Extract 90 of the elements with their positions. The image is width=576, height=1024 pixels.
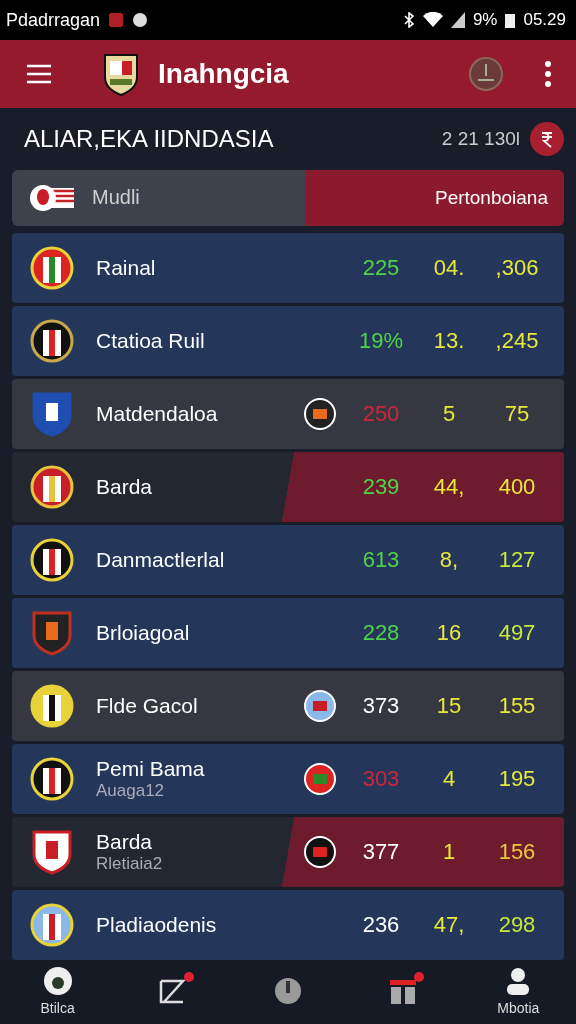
app-title: Inahngcia	[158, 58, 289, 91]
notification-dot	[183, 971, 194, 982]
team-name: Pemi Bama	[96, 756, 206, 781]
team-row[interactable]: Pladiaodenis 236 47, 298	[12, 889, 564, 960]
notification-icon	[132, 12, 149, 29]
stat-value: 373	[361, 692, 401, 719]
stat-value: 8,	[438, 546, 460, 573]
notification-dot	[414, 971, 425, 982]
team-row[interactable]: Ctatioa Ruil 19% 13. ,245	[12, 305, 564, 376]
stat-value: 19%	[357, 327, 404, 354]
carrier-name: Pdadrragan	[6, 9, 101, 31]
stat-value: 195	[497, 765, 537, 792]
signal-icon	[450, 12, 465, 29]
flag-icon	[30, 182, 76, 213]
stat-value: ,306	[494, 254, 540, 281]
stat-value: 228	[361, 619, 401, 646]
crest-icon	[30, 536, 74, 583]
crest-icon	[30, 828, 74, 875]
stat-value: 44,	[432, 473, 466, 500]
team-row[interactable]: Matdendaloa 250 5 75	[12, 378, 564, 449]
currency-icon[interactable]	[530, 122, 564, 156]
team-row[interactable]: Brloiagoal 228 16 497	[12, 597, 564, 668]
stat-value: 225	[361, 254, 401, 281]
crest-icon	[30, 755, 74, 802]
crest-icon	[30, 609, 74, 656]
stat-value: 1	[441, 838, 457, 865]
wifi-icon	[422, 12, 443, 29]
stat-value: 5	[441, 400, 457, 427]
column-header: Mudli	[92, 186, 140, 210]
stat-value: 239	[361, 473, 401, 500]
stat-value: 250	[361, 400, 401, 427]
notification-icon	[108, 12, 125, 29]
column-header: Pertonboiana	[434, 186, 548, 209]
team-name: Rainal	[96, 255, 157, 280]
stat-value: 236	[361, 911, 401, 938]
stat-value: 155	[497, 692, 537, 719]
team-row[interactable]: Flde Gacol 373 15 155	[12, 670, 564, 741]
team-name: Flde Gacol	[96, 693, 199, 718]
team-row[interactable]: Rainal 225 04. ,306	[12, 232, 564, 303]
battery-icon	[505, 12, 516, 29]
stat-value: ,245	[494, 327, 540, 354]
crest-icon	[30, 244, 74, 291]
team-row[interactable]: Barda Rletiaia2 377 1 156	[12, 816, 564, 887]
stat-value: 400	[497, 473, 537, 500]
team-row[interactable]: Pemi Bama Auaga12 303 4 195	[12, 743, 564, 814]
stat-value: 13.	[432, 327, 466, 354]
crest-icon	[30, 463, 74, 510]
stat-value: 04.	[432, 254, 466, 281]
stat-value: 47,	[432, 911, 466, 938]
stat-value: 15	[435, 692, 463, 719]
team-name: Ctatioa Ruil	[96, 328, 206, 353]
nav-tab[interactable]: Btilca	[17, 965, 98, 1016]
crest-icon	[30, 682, 74, 729]
stat-value: 4	[441, 765, 457, 792]
team-name: Barda	[96, 829, 154, 854]
team-name: Brloiagoal	[96, 620, 191, 645]
count-text: 2 21 130l	[441, 128, 520, 150]
team-name: Pladiaodenis	[96, 912, 218, 937]
crest-icon	[30, 390, 74, 437]
stat-value: 613	[361, 546, 401, 573]
stat-value: 497	[497, 619, 537, 646]
more-icon[interactable]	[544, 61, 552, 88]
crest-icon	[30, 901, 74, 948]
shield-logo-icon	[102, 52, 140, 97]
stat-value: 298	[497, 911, 537, 938]
stat-value: 127	[497, 546, 537, 573]
section-title: ALIAR,EKA IIDNDASIA	[24, 125, 274, 153]
team-name: Barda	[96, 474, 154, 499]
team-subtitle: Auaga12	[96, 780, 166, 801]
nav-label: Mbotia	[497, 999, 540, 1016]
clock-icon[interactable]	[468, 56, 504, 93]
nav-label: Btilca	[40, 999, 75, 1016]
crest-icon	[30, 317, 74, 364]
stat-value: 16	[435, 619, 463, 646]
team-row[interactable]: Danmactlerlal 613 8, 127	[12, 524, 564, 595]
team-row[interactable]: Barda 239 44, 400	[12, 451, 564, 522]
team-name: Matdendaloa	[96, 401, 219, 426]
nav-tab[interactable]: Mbotia	[478, 965, 559, 1016]
battery-percent: 9%	[472, 10, 498, 31]
menu-icon[interactable]	[26, 64, 52, 85]
stat-value: 156	[497, 838, 537, 865]
ball-icon	[42, 965, 73, 996]
stat-value: 377	[361, 838, 401, 865]
team-name: Danmactlerlal	[96, 547, 226, 572]
team-subtitle: Rletiaia2	[96, 853, 164, 874]
disc-icon	[272, 975, 303, 1006]
stat-value: 303	[361, 765, 401, 792]
stat-value: 75	[503, 400, 531, 427]
bluetooth-icon	[402, 12, 415, 29]
clock: 05.29	[523, 10, 566, 31]
